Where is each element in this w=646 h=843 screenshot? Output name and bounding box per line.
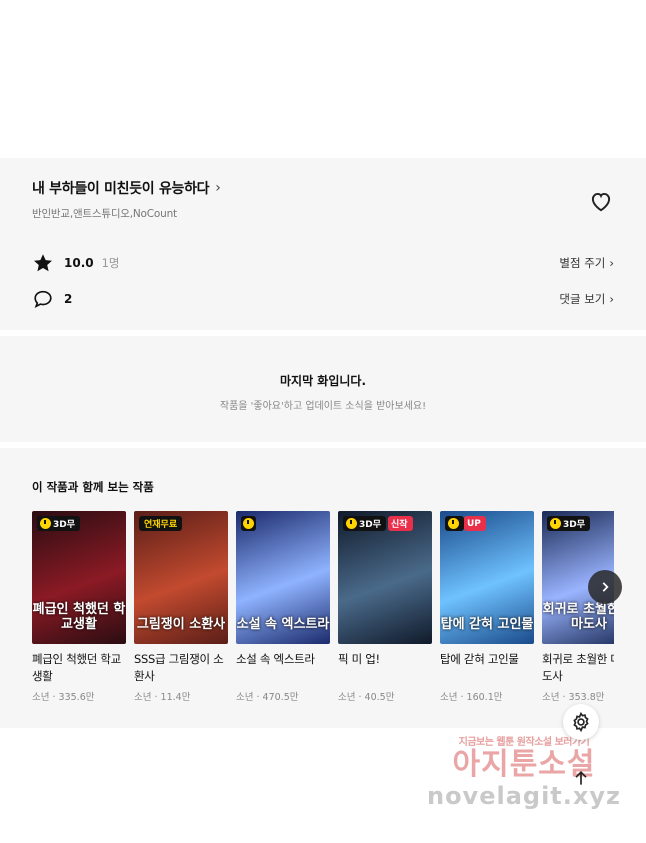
recommendation-card[interactable]: 3D무 폐급인 척했던 학교생활 폐급인 척했던 학교생활 소년 · 335.6만 xyxy=(32,511,126,703)
recommendation-title[interactable]: SSS급 그림쟁이 소환사 xyxy=(134,651,228,685)
recommendation-card[interactable]: 소설 속 엑스트라 소설 속 엑스트라 소년 · 470.5만 xyxy=(236,511,330,703)
cover-title-art: 소설 속 엑스트라 xyxy=(236,616,330,632)
cover-title-art: 탑에 갇혀 고인물 xyxy=(440,616,534,632)
series-title-link[interactable]: 내 부하들이 미친듯이 유능하다 › xyxy=(32,178,221,198)
recommendation-title[interactable]: 탑에 갇혀 고인물 xyxy=(440,651,534,685)
rating-row: 10.0 1명 별점 주기 › xyxy=(32,252,614,274)
wait-free-badge: 3D무 xyxy=(343,516,387,531)
last-episode-notice: 마지막 화입니다. 작품을 '좋아요'하고 업데이트 소식을 받아보세요! xyxy=(0,336,646,442)
recommendation-title[interactable]: 폐급인 척했던 학교생활 xyxy=(32,651,126,685)
recommendation-card[interactable]: 연재무료그림쟁이 소환사 SSS급 그림쟁이 소환사소년 · 11.4만 xyxy=(134,511,228,703)
chevron-right-icon xyxy=(602,582,609,592)
comment-count: 2 xyxy=(64,292,73,306)
last-episode-subtitle: 작품을 '좋아요'하고 업데이트 소식을 받아보세요! xyxy=(219,401,427,412)
recommendation-cover[interactable]: 연재무료그림쟁이 소환사 xyxy=(134,511,228,644)
series-info-panel: 내 부하들이 미친듯이 유능하다 › 반인반교,앤트스튜디오,NoCount 1… xyxy=(0,158,646,330)
watermark-tagline: 지금보는 웹툰 원작소설 보러가기 xyxy=(458,737,590,748)
new-badge: 신작 xyxy=(388,516,413,531)
comment-icon xyxy=(34,290,52,309)
badge-label: 3D무 xyxy=(53,520,76,530)
view-comments-button[interactable]: 댓글 보기 › xyxy=(559,291,614,307)
arrow-up-icon xyxy=(575,770,587,785)
badge-label: 3D무 xyxy=(563,520,586,530)
recommendation-cover[interactable]: 3D무 신작 xyxy=(338,511,432,644)
cover-title-art: 그림쟁이 소환사 xyxy=(136,616,226,632)
recommendation-meta: 소년 · 470.5만 xyxy=(236,692,299,703)
carousel-next-button[interactable] xyxy=(588,570,622,604)
chevron-right-icon: › xyxy=(609,292,614,306)
recommendation-title[interactable]: 픽 미 업! xyxy=(338,651,432,685)
top-blank-area xyxy=(0,0,646,158)
cover-title-art: 폐급인 척했던 학교생활 xyxy=(32,602,126,632)
wait-free-badge xyxy=(241,516,256,531)
badge-label: 3D무 xyxy=(359,520,382,530)
rating-count: 1명 xyxy=(101,256,120,270)
chevron-right-icon: › xyxy=(215,180,221,196)
scroll-top-button[interactable] xyxy=(563,760,599,796)
free-badge: 연재무료 xyxy=(139,516,183,531)
series-title: 내 부하들이 미친듯이 유능하다 xyxy=(32,181,210,197)
series-authors: 반인반교,앤트스튜디오,NoCount xyxy=(32,208,177,220)
rate-button-label: 별점 주기 xyxy=(559,256,606,270)
settings-button[interactable] xyxy=(563,704,599,740)
heart-icon[interactable] xyxy=(588,188,614,214)
recommendation-meta: 소년 · 335.6만 xyxy=(32,692,95,703)
clock-icon xyxy=(40,518,51,529)
chevron-right-icon: › xyxy=(609,256,614,270)
recommendation-title[interactable]: 소설 속 엑스트라 xyxy=(236,651,330,685)
recommendation-cover[interactable]: UP 탑에 갇혀 고인물 xyxy=(440,511,534,644)
clock-icon xyxy=(448,518,459,529)
up-badge xyxy=(445,516,464,531)
wait-free-badge: 3D무 xyxy=(547,516,591,531)
recommendations-carousel: 3D무 폐급인 척했던 학교생활 폐급인 척했던 학교생활 소년 · 335.6만 연재… xyxy=(32,511,614,721)
recommendation-card[interactable]: UP 탑에 갇혀 고인물 탑에 갇혀 고인물 소년 · 160.1만 xyxy=(440,511,534,703)
cover-title-art: 회귀로 초월한 대마도사 xyxy=(542,602,614,632)
clock-icon xyxy=(550,518,561,529)
recommendation-meta: 소년 · 40.5만 xyxy=(338,692,395,703)
last-episode-title: 마지막 화입니다. xyxy=(279,374,367,388)
rating-score: 10.0 xyxy=(64,256,94,270)
recommendation-card[interactable]: 3D무회귀로 초월한 대마도사회귀로 초월한 대마도사소년 · 353.8만 xyxy=(542,511,614,703)
recommendations-section: 이 작품과 함께 보는 작품 3D무 폐급인 척했던 학교생활 폐급인 척했던 학교… xyxy=(0,448,646,728)
clock-icon xyxy=(243,518,254,529)
recommendation-title[interactable]: 회귀로 초월한 대마도사 xyxy=(542,651,614,685)
recommendations-heading: 이 작품과 함께 보는 작품 xyxy=(32,480,154,494)
recommendation-card[interactable]: 3D무 신작픽 미 업! 소년 · 40.5만 xyxy=(338,511,432,703)
wait-free-badge: 3D무 xyxy=(37,516,81,531)
recommendation-meta: 소년 · 11.4만 xyxy=(134,692,191,703)
clock-icon xyxy=(346,518,357,529)
star-icon xyxy=(34,254,52,272)
recommendation-cover[interactable]: 3D무폐급인 척했던 학교생활 xyxy=(32,511,126,644)
comments-row: 2 댓글 보기 › xyxy=(32,288,614,310)
recommendation-cover[interactable]: 소설 속 엑스트라 xyxy=(236,511,330,644)
gear-icon xyxy=(573,711,589,733)
up-label-badge: UP xyxy=(464,516,486,531)
rate-button[interactable]: 별점 주기 › xyxy=(559,255,614,271)
recommendation-meta: 소년 · 160.1만 xyxy=(440,692,503,703)
view-comments-label: 댓글 보기 xyxy=(559,292,606,306)
recommendation-meta: 소년 · 353.8만 xyxy=(542,692,605,703)
